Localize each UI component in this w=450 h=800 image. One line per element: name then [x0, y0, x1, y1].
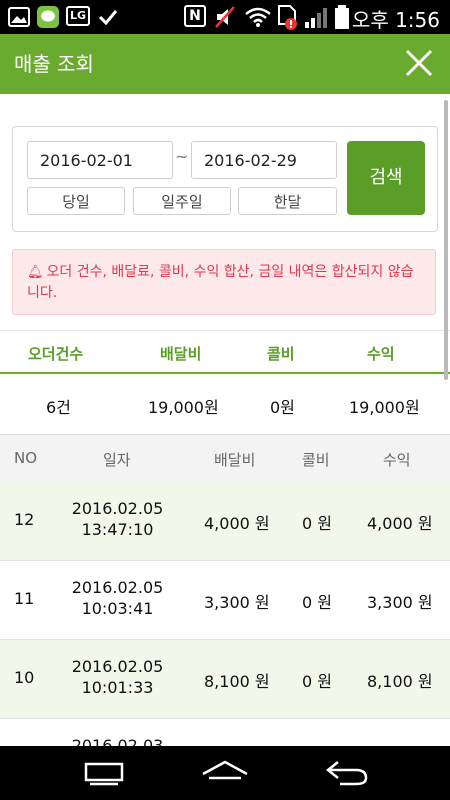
summary-header-profit: 수익: [367, 345, 395, 363]
table-row[interactable]: 2016.02.03: [0, 719, 450, 746]
date-filter-panel: 2016-02-01 ~ 2016-02-29 검색 당일 일주일 한달: [12, 126, 438, 232]
row-datetime: 2016.02.05 13:47:10: [60, 498, 175, 540]
home-icon[interactable]: [195, 756, 255, 790]
list-header-call-fee: 콜비: [302, 451, 330, 469]
row-profit: 4,000 원: [367, 514, 433, 533]
row-call-fee: 0 원: [302, 593, 332, 612]
row-datetime: 2016.02.03: [60, 735, 175, 746]
row-time: 10:01:33: [81, 678, 154, 697]
table-row[interactable]: 11 2016.02.05 10:03:41 3,300 원 0 원 3,300…: [0, 561, 450, 640]
row-call-fee: 0 원: [302, 514, 332, 533]
row-no: 10: [14, 668, 35, 687]
messenger-icon: [37, 6, 59, 28]
status-bar: LG N 오후 1:56: [0, 0, 450, 34]
battery-icon: [335, 5, 349, 29]
row-delivery-fee: 8,100 원: [204, 672, 270, 691]
signal-icon: [305, 8, 327, 28]
row-date: 2016.02.05: [71, 578, 164, 597]
notice-message: 오더 건수, 배달료, 콜비, 수익 합산, 금일 내역은 합산되지 않습니다.: [27, 264, 414, 301]
row-time: 13:47:10: [81, 520, 154, 539]
sim-alert-icon: [278, 5, 297, 30]
notice-box: 🔔︎ 오더 건수, 배달료, 콜비, 수익 합산, 금일 내역은 합산되지 않습니…: [12, 249, 436, 315]
row-delivery-fee: 3,300 원: [204, 593, 270, 612]
recent-apps-icon[interactable]: [74, 756, 134, 790]
summary-header: 오더건수 배달비 콜비 수익: [0, 330, 450, 374]
date-range-separator: ~: [175, 147, 189, 166]
summary-row: 6건 19,000원 0원 19,000원: [0, 374, 450, 434]
mute-icon: [215, 6, 235, 28]
summary-orders-value: 6건: [46, 398, 71, 417]
row-datetime: 2016.02.05 10:01:33: [60, 656, 175, 698]
row-time: 10:03:41: [81, 599, 154, 618]
row-profit: 8,100 원: [367, 672, 433, 691]
bell-icon: 🔔︎: [27, 265, 44, 280]
table-row[interactable]: 10 2016.02.05 10:01:33 8,100 원 0 원 8,100…: [0, 640, 450, 719]
back-icon[interactable]: [316, 756, 376, 790]
status-time: 오후 1:56: [351, 8, 440, 32]
content-area: 2016-02-01 ~ 2016-02-29 검색 당일 일주일 한달 🔔︎ 오…: [0, 94, 450, 746]
one-week-button[interactable]: 일주일: [133, 187, 231, 215]
row-no: 12: [14, 510, 35, 529]
scrollbar[interactable]: [444, 100, 448, 380]
row-date: 2016.02.05: [71, 657, 164, 676]
start-date-field[interactable]: 2016-02-01: [27, 141, 173, 179]
summary-header-delivery-fee: 배달비: [160, 345, 202, 363]
lg-icon: LG: [66, 6, 90, 26]
app-header: 매출 조회: [0, 34, 450, 94]
summary-delivery-fee-value: 19,000원: [148, 398, 219, 417]
summary-call-fee-value: 0원: [270, 398, 295, 417]
row-date: 2016.02.03: [71, 736, 164, 746]
search-button[interactable]: 검색: [347, 141, 425, 215]
table-row[interactable]: 12 2016.02.05 13:47:10 4,000 원 0 원 4,000…: [0, 482, 450, 561]
row-date: 2016.02.05: [71, 499, 164, 518]
row-datetime: 2016.02.05 10:03:41: [60, 577, 175, 619]
one-month-button[interactable]: 한달: [238, 187, 337, 215]
list-header-date: 일자: [103, 451, 131, 469]
wifi-icon: [245, 7, 271, 27]
list-header-profit: 수익: [383, 451, 411, 469]
list-header-delivery-fee: 배달비: [214, 451, 256, 469]
gallery-icon: [8, 7, 30, 27]
navigation-bar: [0, 746, 450, 800]
row-delivery-fee: 4,000 원: [204, 514, 270, 533]
summary-header-call-fee: 콜비: [267, 345, 295, 363]
row-profit: 3,300 원: [367, 593, 433, 612]
row-call-fee: 0 원: [302, 672, 332, 691]
nfc-icon: N: [184, 5, 206, 27]
page-title: 매출 조회: [14, 52, 94, 76]
close-button[interactable]: [402, 46, 436, 80]
notice-text: 🔔︎ 오더 건수, 배달료, 콜비, 수익 합산, 금일 내역은 합산되지 않습니…: [27, 262, 425, 304]
check-icon: [98, 10, 118, 26]
summary-profit-value: 19,000원: [349, 398, 420, 417]
list-header-no: NO: [14, 449, 38, 467]
summary-header-orders: 오더건수: [28, 345, 84, 363]
row-no: 11: [14, 589, 35, 608]
end-date-field[interactable]: 2016-02-29: [191, 141, 337, 179]
today-button[interactable]: 당일: [27, 187, 125, 215]
list-header: NO 일자 배달비 콜비 수익: [0, 434, 450, 482]
